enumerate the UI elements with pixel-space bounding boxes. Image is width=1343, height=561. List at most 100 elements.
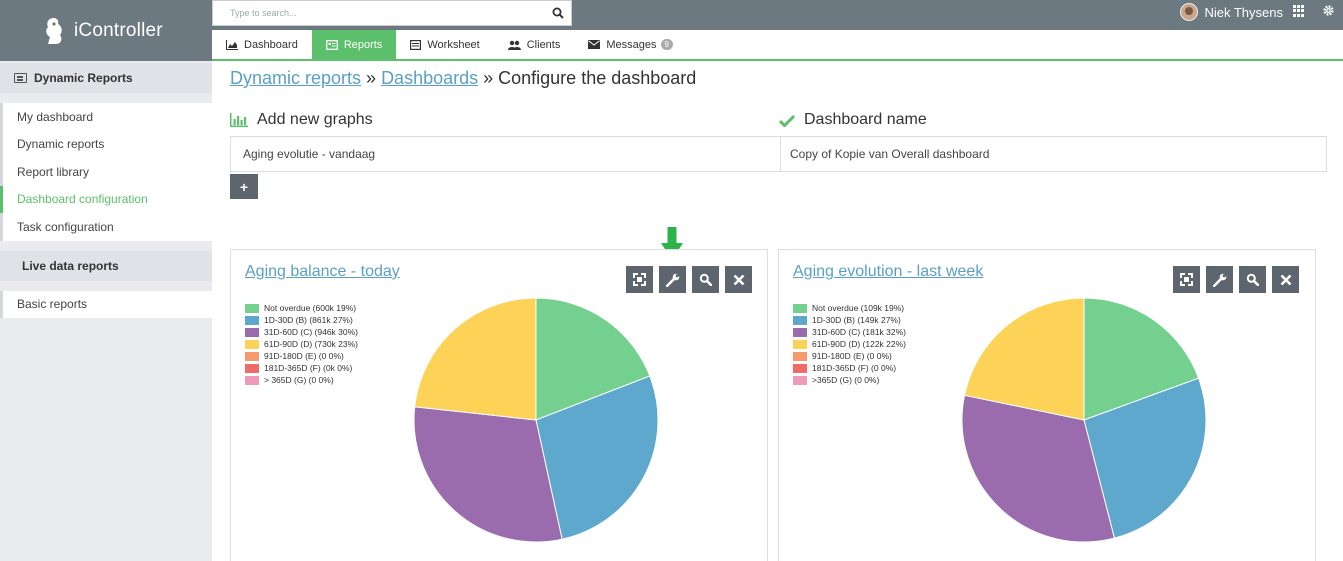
add-graph-button[interactable]: +	[230, 174, 258, 199]
brand[interactable]: iController	[0, 0, 212, 61]
legend-label: 1D-30D (B) (149k 27%)	[812, 315, 901, 325]
config-headers: Add new graphs Dashboard name	[230, 111, 1330, 129]
dashboard-name-header: Dashboard name	[779, 111, 1328, 129]
legend-swatch	[793, 327, 807, 337]
sidebar-item-label: Task configuration	[17, 219, 114, 234]
gear-icon[interactable]	[1322, 4, 1335, 17]
legend-item: 1D-30D (B) (861k 27%)	[245, 314, 358, 326]
legend-item: 61D-90D (D) (730k 23%)	[245, 338, 358, 350]
graph-panel: Aging balance - today Not overdue (600k …	[230, 249, 768, 561]
config-fields: Aging evolutie - vandaag Copy of Kopie v…	[230, 136, 1327, 172]
tab-label: Reports	[343, 38, 383, 51]
remove-button[interactable]	[1272, 266, 1299, 293]
sidebar-item-label: My dashboard	[17, 109, 94, 124]
graph-panel: Aging evolution - last week Not overdue …	[778, 249, 1316, 561]
legend-swatch	[245, 339, 259, 349]
main-content: Dynamic reports » Dashboards » Configure…	[230, 61, 1330, 199]
settings-button[interactable]	[659, 266, 686, 293]
expand-button[interactable]	[626, 266, 653, 293]
sidebar-item-basic-reports[interactable]: Basic reports	[0, 290, 212, 318]
wrench-icon	[665, 273, 679, 287]
search-icon	[1246, 273, 1259, 286]
sidebar: iController Dynamic Reports My dashboard…	[0, 0, 212, 561]
legend-label: Not overdue (600k 19%)	[264, 303, 357, 313]
breadcrumb-dashboards[interactable]: Dashboards	[381, 68, 478, 88]
legend-item: > 365D (G) (0 0%)	[245, 374, 358, 386]
panel-toolbar	[626, 266, 752, 293]
sidebar-list-live: Basic reports	[0, 290, 212, 318]
zoom-button[interactable]	[1239, 266, 1266, 293]
report-icon	[325, 39, 338, 50]
panel-title-link[interactable]: Aging balance - today	[245, 263, 400, 281]
bar-chart-icon	[230, 113, 248, 127]
legend-swatch	[245, 327, 259, 337]
sidebar-item-label: Dashboard configuration	[17, 192, 148, 207]
user-menu[interactable]: Niek Thysens	[1180, 3, 1283, 21]
pie-chart[interactable]	[411, 295, 661, 545]
sidebar-item-my-dashboard[interactable]: My dashboard	[0, 103, 212, 131]
remove-button[interactable]	[725, 266, 752, 293]
pie-slice[interactable]	[414, 297, 537, 421]
sidebar-item-task-configuration[interactable]: Task configuration	[0, 213, 212, 241]
legend-swatch	[245, 375, 259, 385]
user-name: Niek Thysens	[1204, 4, 1283, 20]
checkmark-icon	[779, 114, 795, 127]
legend-item: 1D-30D (B) (149k 27%)	[793, 314, 906, 326]
legend-swatch	[245, 303, 259, 313]
panel-title-link[interactable]: Aging evolution - last week	[793, 263, 983, 281]
envelope-icon	[588, 40, 601, 49]
legend-swatch	[245, 315, 259, 325]
legend-label: 31D-60D (C) (946k 30%)	[264, 327, 359, 337]
add-graphs-header: Add new graphs	[230, 111, 779, 129]
sidebar-item-dynamic-reports[interactable]: Dynamic reports	[0, 130, 212, 158]
search-icon	[699, 273, 712, 286]
graph-select[interactable]: Aging evolutie - vandaag	[231, 137, 780, 171]
dashboard-panels: Aging balance - today Not overdue (600k …	[230, 249, 1317, 561]
expand-button[interactable]	[1173, 266, 1200, 293]
search-box	[212, 0, 572, 26]
wrench-icon	[1212, 273, 1226, 287]
legend-item: 181D-365D (F) (0 0%)	[793, 362, 906, 374]
sidebar-item-dashboard-configuration[interactable]: Dashboard configuration	[0, 185, 212, 213]
legend-label: > 365D (G) (0 0%)	[264, 375, 334, 385]
close-icon	[1280, 274, 1291, 285]
legend-label: 61D-90D (D) (730k 23%)	[264, 339, 359, 349]
chart-legend: Not overdue (600k 19%) 1D-30D (B) (861k …	[245, 302, 358, 386]
legend-label: 91D-180D (E) (0 0%)	[264, 351, 344, 361]
users-icon	[507, 40, 521, 50]
search-input[interactable]	[213, 2, 545, 24]
legend-swatch	[793, 363, 807, 373]
legend-label: Not overdue (109k 19%)	[812, 303, 905, 313]
legend-swatch	[793, 339, 807, 349]
sidebar-item-label: Dynamic reports	[17, 137, 105, 152]
legend-swatch	[793, 303, 807, 313]
settings-button[interactable]	[1206, 266, 1233, 293]
search-icon[interactable]	[545, 1, 571, 25]
legend-label: >365D (G) (0 0%)	[812, 375, 880, 385]
tab-worksheet[interactable]: Worksheet	[396, 30, 493, 59]
breadcrumb-dynamic-reports[interactable]: Dynamic reports	[230, 68, 361, 88]
breadcrumb: Dynamic reports » Dashboards » Configure…	[230, 68, 1330, 89]
legend-item: 61D-90D (D) (122k 22%)	[793, 338, 906, 350]
tab-clients[interactable]: Clients	[494, 30, 575, 59]
tab-reports[interactable]: Reports	[311, 30, 397, 59]
tab-messages[interactable]: Messages 9	[574, 30, 687, 59]
legend-item: 31D-60D (C) (181k 32%)	[793, 326, 906, 338]
apps-grid-icon[interactable]	[1293, 5, 1305, 17]
dashboard-name-field[interactable]: Copy of Kopie van Overall dashboard	[780, 137, 1326, 171]
list-icon	[410, 39, 422, 50]
legend-swatch	[793, 375, 807, 385]
close-icon	[733, 274, 744, 285]
sidebar-item-report-library[interactable]: Report library	[0, 158, 212, 186]
sidebar-section-live-data: Live data reports	[0, 250, 212, 281]
message-count-badge: 9	[660, 39, 673, 50]
sidebar-section-title: Dynamic Reports	[34, 71, 133, 85]
zoom-button[interactable]	[692, 266, 719, 293]
dashboard-name-title: Dashboard name	[804, 111, 927, 128]
tab-dashboard[interactable]: Dashboard	[212, 30, 312, 59]
pie-chart[interactable]	[959, 295, 1209, 545]
legend-swatch	[793, 351, 807, 361]
report-icon	[14, 73, 27, 83]
tab-label: Messages	[606, 38, 657, 51]
expand-icon	[1180, 273, 1193, 286]
